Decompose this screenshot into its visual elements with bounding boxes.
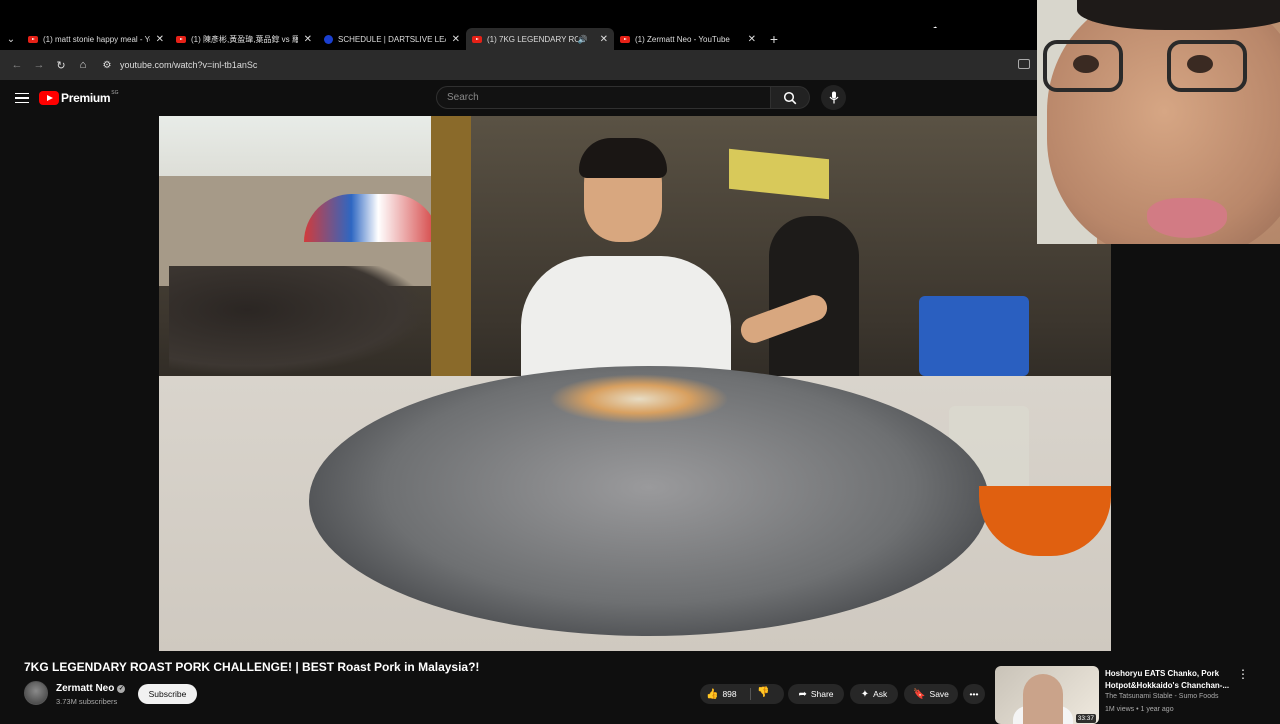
thumbs-down-icon[interactable]: 👎	[757, 687, 769, 698]
save-button[interactable]: 🔖 Save	[904, 684, 958, 704]
video-duration: 33:37	[1075, 714, 1096, 723]
like-count[interactable]: 898	[722, 689, 736, 699]
sparkle-icon: ✦	[860, 688, 870, 700]
microphone-icon	[829, 91, 838, 104]
webcam-glasses-lens	[1043, 40, 1123, 92]
tab-close-icon[interactable]: ✕	[600, 34, 608, 45]
youtube-masthead: Premium SG Search	[0, 80, 1040, 116]
country-code: SG	[111, 90, 119, 96]
webcam-overlay	[1037, 0, 1280, 244]
new-tab-button[interactable]: +	[762, 31, 786, 47]
logo-text: Premium	[61, 91, 111, 105]
channel-name-text[interactable]: Zermatt Neo	[56, 683, 114, 694]
tab-title: (1) matt stonie happy meal - Yo	[43, 34, 150, 44]
recommended-meta: 1M views • 1 year ago	[1105, 706, 1174, 713]
share-arrow-icon: ➦	[798, 688, 807, 700]
voice-search-button[interactable]	[821, 85, 846, 110]
youtube-premium-logo[interactable]: Premium SG	[39, 90, 119, 105]
tab-title: (1) 7KG LEGENDARY ROAST	[487, 34, 578, 44]
webcam-mouth	[1147, 198, 1227, 238]
tab-dartslive-schedule[interactable]: SCHEDULE | DARTSLIVE LEAGU ✕	[318, 28, 466, 50]
share-label: Share	[810, 689, 834, 699]
save-label: Save	[929, 689, 949, 699]
secondary-column	[1111, 244, 1280, 654]
youtube-favicon-icon	[472, 35, 482, 43]
recommended-thumbnail[interactable]: 33:37	[995, 666, 1099, 724]
tab-strip: ⌄ (1) matt stonie happy meal - Yo ✕ (1) …	[0, 28, 1040, 50]
reload-icon[interactable]: ↻	[50, 59, 72, 72]
youtube-favicon-icon	[620, 35, 630, 43]
install-app-icon[interactable]	[1018, 59, 1030, 69]
youtube-play-logo-icon	[39, 91, 59, 105]
bookmark-icon: 🔖	[913, 688, 926, 700]
more-horizontal-icon: •••	[969, 689, 979, 699]
tab-close-icon[interactable]: ✕	[748, 34, 756, 45]
youtube-favicon-icon	[176, 35, 186, 43]
tab-title: SCHEDULE | DARTSLIVE LEAGU	[338, 34, 446, 44]
tab-zermatt-channel[interactable]: (1) Zermatt Neo - YouTube ✕	[614, 28, 762, 50]
search-input[interactable]: Search	[436, 86, 771, 109]
more-actions-button[interactable]: •••	[963, 684, 985, 704]
search-icon	[783, 91, 797, 104]
thumbs-up-icon[interactable]: 👍	[706, 689, 718, 700]
forward-arrow-icon[interactable]: →	[28, 59, 50, 71]
video-title: 7KG LEGENDARY ROAST PORK CHALLENGE! | BE…	[24, 660, 480, 674]
home-icon[interactable]: ⌂	[72, 59, 94, 71]
share-button[interactable]: ➦ Share	[788, 684, 844, 704]
channel-name[interactable]: Zermatt Neo ✓	[56, 683, 126, 694]
subscribe-button[interactable]: Subscribe	[138, 684, 197, 704]
tab-close-icon[interactable]: ✕	[304, 34, 312, 45]
video-scene-food	[549, 374, 729, 424]
address-bar: ← → ↻ ⌂ ⚙ youtube.com/watch?v=inl-tb1anS…	[0, 50, 1040, 80]
like-divider	[750, 688, 751, 700]
thumbnail-person	[1023, 674, 1063, 724]
recommended-title[interactable]: Hoshoryu EATS Chanko, Pork Hotpot&Hokkai…	[1105, 668, 1230, 692]
tab-close-icon[interactable]: ✕	[156, 34, 164, 45]
subscriber-count: 3.73M subscribers	[56, 697, 118, 706]
video-host-hair	[579, 138, 667, 178]
recommended-channel[interactable]: The Tatsunami Stable - Sumo Foods	[1105, 693, 1218, 700]
tab-title: (1) 陳彥彬,黃盈瑋,葉品錞 vs 羅子	[191, 34, 298, 44]
speaker-icon[interactable]: 🔊	[578, 35, 588, 44]
ask-label: Ask	[873, 689, 888, 699]
video-scene-cooler	[919, 296, 1029, 376]
channel-avatar[interactable]	[24, 681, 48, 705]
hamburger-menu-icon[interactable]	[15, 92, 29, 104]
tab-matt-stonie[interactable]: (1) matt stonie happy meal - Yo ✕	[22, 28, 170, 50]
video-player[interactable]	[159, 116, 1111, 651]
back-arrow-icon[interactable]: ←	[6, 59, 28, 71]
dartslive-favicon-icon	[324, 34, 333, 44]
verified-badge-icon: ✓	[117, 685, 126, 693]
tab-search-chevron-icon[interactable]: ⌄	[0, 28, 22, 50]
search-button[interactable]	[770, 86, 810, 109]
more-vertical-icon[interactable]: ⋮	[1237, 667, 1249, 681]
tab-darts-match[interactable]: (1) 陳彥彬,黃盈瑋,葉品錞 vs 羅子 ✕	[170, 28, 318, 50]
ask-button[interactable]: ✦ Ask	[850, 684, 898, 704]
youtube-favicon-icon	[28, 35, 38, 43]
site-settings-icon[interactable]: ⚙	[98, 60, 116, 71]
tab-current-video[interactable]: (1) 7KG LEGENDARY ROAST 🔊 ✕	[466, 28, 614, 50]
webcam-glasses-lens	[1167, 40, 1247, 92]
url-text[interactable]: youtube.com/watch?v=inl-tb1anSc	[120, 60, 257, 70]
like-dislike-group: 👍 898 👎	[700, 684, 784, 704]
tab-close-icon[interactable]: ✕	[452, 34, 460, 45]
video-scene-diners	[169, 266, 429, 376]
video-scene-pillar	[431, 116, 471, 416]
tab-title: (1) Zermatt Neo - YouTube	[635, 34, 730, 44]
